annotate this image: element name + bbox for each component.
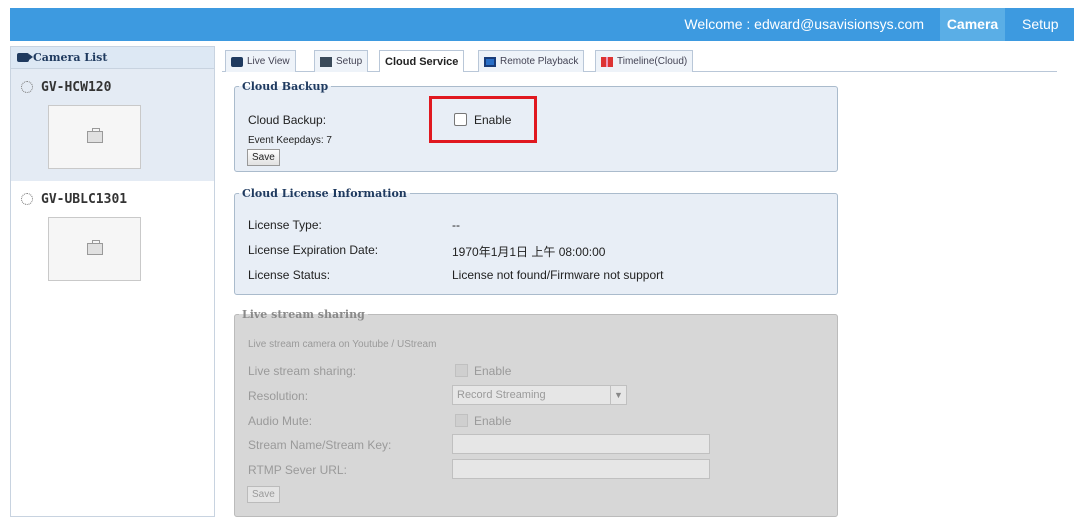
cloud-backup-save-button[interactable]: Save xyxy=(247,149,280,166)
loading-spinner-icon xyxy=(21,193,33,205)
tab-label: Timeline(Cloud) xyxy=(617,56,688,67)
tab-cloud-service[interactable]: Cloud Service xyxy=(379,50,465,73)
camera-icon xyxy=(17,53,33,62)
nav-camera-button[interactable]: Camera xyxy=(940,8,1005,41)
audio-mute-checkbox[interactable] xyxy=(455,414,468,427)
tab-label: Remote Playback xyxy=(500,56,579,67)
welcome-text: Welcome : edward@usavisionsys.com xyxy=(684,16,924,32)
tab-setup[interactable]: Setup xyxy=(314,50,369,72)
camera-name: GV-UBLC1301 xyxy=(41,192,128,207)
live-stream-sharing-label: Live stream sharing: xyxy=(248,364,357,378)
camera-name: GV-HCW120 xyxy=(41,80,112,95)
timeline-icon xyxy=(601,56,613,67)
setup-icon xyxy=(320,56,332,67)
tab-label: Setup xyxy=(336,56,363,67)
rtmp-url-input[interactable] xyxy=(452,459,710,479)
camera-list-item[interactable]: GV-UBLC1301 xyxy=(11,181,214,293)
live-stream-legend: Live stream sharing xyxy=(242,308,365,321)
camera-list-item[interactable]: GV-HCW120 xyxy=(11,69,214,181)
tab-live-view[interactable]: Live View xyxy=(225,50,296,72)
camera-placeholder-icon xyxy=(86,128,103,143)
resolution-select[interactable]: Record Streaming ▼ xyxy=(452,385,627,405)
loading-spinner-icon xyxy=(21,81,33,93)
tab-bar: Live View Setup Cloud Service Remote Pla… xyxy=(222,46,1057,73)
camera-placeholder-icon xyxy=(86,240,103,255)
top-header-bar: Welcome : edward@usavisionsys.com Camera… xyxy=(10,8,1074,41)
license-expiration-label: License Expiration Date: xyxy=(248,243,379,257)
chevron-down-icon: ▼ xyxy=(610,386,626,404)
event-keepdays-label: Event Keepdays: 7 xyxy=(248,135,332,146)
camera-list-sidebar: Camera List GV-HCW120 GV-UBLC1301 xyxy=(10,46,215,517)
live-stream-sharing-enable-label: Enable xyxy=(474,364,512,378)
tab-label: Live View xyxy=(247,56,290,67)
stream-name-input[interactable] xyxy=(452,434,710,454)
live-stream-save-button[interactable]: Save xyxy=(247,486,280,503)
camera-list-title: Camera List xyxy=(33,51,108,64)
live-stream-sharing-checkbox[interactable] xyxy=(455,364,468,377)
camera-thumbnail[interactable] xyxy=(48,217,141,281)
tab-timeline-cloud[interactable]: Timeline(Cloud) xyxy=(595,50,694,72)
camera-thumbnail[interactable] xyxy=(48,105,141,169)
license-type-value: -- xyxy=(452,218,460,232)
enable-highlight-box xyxy=(429,96,537,143)
remote-playback-icon xyxy=(484,56,496,67)
rtmp-url-label: RTMP Sever URL: xyxy=(248,463,347,477)
resolution-label: Resolution: xyxy=(248,389,309,403)
license-expiration-value: 1970年1月1日 上午 08:00:00 xyxy=(452,245,606,259)
cloud-backup-legend: Cloud Backup xyxy=(242,80,329,93)
tab-remote-playback[interactable]: Remote Playback xyxy=(478,50,585,72)
license-type-label: License Type: xyxy=(248,218,322,232)
camera-icon xyxy=(231,56,243,67)
audio-mute-label: Audio Mute: xyxy=(248,414,313,428)
camera-list-header: Camera List xyxy=(11,47,214,69)
license-status-value: License not found/Firmware not support xyxy=(452,268,664,282)
nav-setup-button[interactable]: Setup xyxy=(1022,16,1059,32)
cloud-backup-label: Cloud Backup: xyxy=(248,113,327,127)
resolution-selected-value: Record Streaming xyxy=(457,389,546,401)
live-stream-description: Live stream camera on Youtube / UStream xyxy=(248,339,437,350)
license-status-label: License Status: xyxy=(248,268,331,282)
audio-mute-enable-label: Enable xyxy=(474,414,512,428)
tab-label: Cloud Service xyxy=(385,56,459,68)
stream-name-label: Stream Name/Stream Key: xyxy=(248,438,392,452)
cloud-license-legend: Cloud License Information xyxy=(242,187,407,200)
